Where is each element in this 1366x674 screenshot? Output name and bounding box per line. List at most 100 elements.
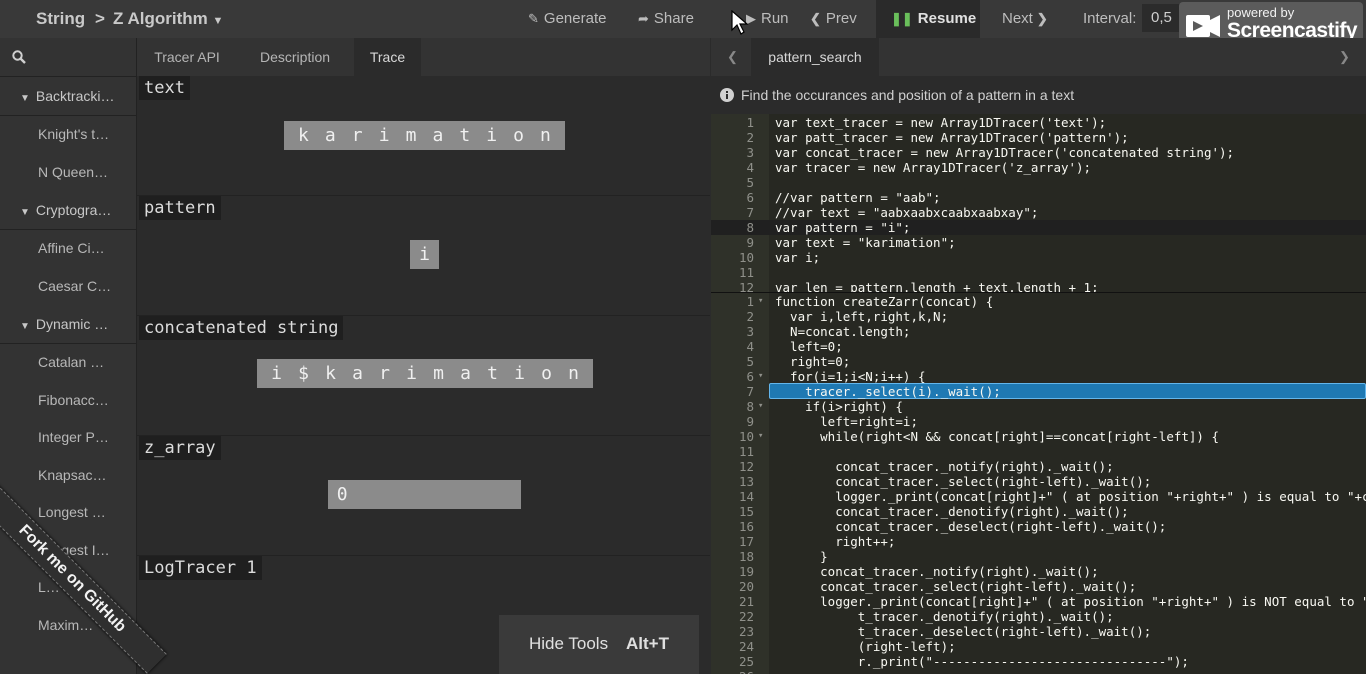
code-line[interactable]: 8 ▾ if(i>right) { — [711, 399, 1366, 414]
sidebar-item[interactable]: Catalan … — [0, 344, 136, 382]
chevron-left-icon: ❮ — [810, 11, 821, 26]
line-number: 24 — [738, 639, 754, 654]
code-line[interactable]: 9 left=right=i; — [711, 414, 1366, 429]
sidebar-category-label: Dynamic … — [35, 316, 109, 332]
code-line[interactable]: 16 concat_tracer._deselect(right-left)._… — [711, 519, 1366, 534]
sidebar-category[interactable]: ▼ Cryptogra… — [0, 191, 136, 230]
array-cell: k — [298, 125, 309, 146]
sidebar-item[interactable]: Caesar C… — [0, 268, 136, 306]
code-line[interactable]: 23 t_tracer._deselect(right-left)._wait(… — [711, 624, 1366, 639]
tab-pattern-search[interactable]: pattern_search — [751, 38, 879, 76]
share-button[interactable]: ➦ Share — [638, 0, 694, 38]
breadcrumb-category[interactable]: String — [36, 0, 85, 38]
tab-tracer-api[interactable]: Tracer API — [143, 38, 231, 76]
fold-arrow-icon[interactable]: ▾ — [758, 294, 763, 309]
code-line[interactable]: 6 ▾ for(i=1;i<N;i++) { — [711, 369, 1366, 384]
code-line[interactable]: 2 var i,left,right,k,N; — [711, 309, 1366, 324]
sidebar-search[interactable] — [0, 38, 136, 77]
code-text: //var text = "aabxaabxcaabxaabxay"; — [775, 205, 1039, 220]
generate-button[interactable]: ✎ Generate — [528, 0, 606, 38]
line-number: 11 — [738, 444, 754, 459]
code-text: left=0; — [775, 339, 843, 354]
code-line[interactable]: 1 var text_tracer = new Array1DTracer('te… — [711, 115, 1366, 130]
code-line[interactable]: 17 right++; — [711, 534, 1366, 549]
code-line[interactable]: 11 — [711, 265, 1366, 280]
fold-arrow-icon[interactable]: ▾ — [758, 369, 763, 384]
sidebar-category[interactable]: ▼ Dynamic … — [0, 305, 136, 344]
tracer-text: text karimation — [137, 76, 710, 196]
sidebar-item[interactable]: Integer P… — [0, 419, 136, 457]
code-line[interactable]: 22 t_tracer._denotify(right)._wait(); — [711, 609, 1366, 624]
tab-scroll-right-icon[interactable]: ❯ — [1339, 38, 1350, 76]
code-text: concat_tracer._select(right-left)._wait(… — [775, 579, 1137, 594]
code-line[interactable]: 3 N=concat.length; — [711, 324, 1366, 339]
sidebar-item[interactable]: Knight's t… — [0, 116, 136, 154]
code-line[interactable]: 5 right=0; — [711, 354, 1366, 369]
code-line[interactable]: 21 logger._print(concat[right]+" ( at po… — [711, 594, 1366, 609]
line-number: 12 — [738, 280, 754, 292]
code-line[interactable]: 12 concat_tracer._notify(right)._wait(); — [711, 459, 1366, 474]
code-line[interactable]: 12 var len = pattern.length + text.length… — [711, 280, 1366, 292]
array-cell — [482, 480, 498, 509]
code-line[interactable]: 14 logger._print(concat[right]+" ( at po… — [711, 489, 1366, 504]
array-cell: n — [568, 363, 579, 384]
code-line[interactable]: 4 var tracer = new Array1DTracer('z_array… — [711, 160, 1366, 175]
code-line[interactable]: 18 } — [711, 549, 1366, 564]
code-line[interactable]: 26 — [711, 669, 1366, 674]
fold-arrow-icon[interactable]: ▾ — [758, 429, 763, 444]
data-editor[interactable]: 1 var text_tracer = new Array1DTracer('te… — [711, 114, 1366, 292]
code-line[interactable]: 19 concat_tracer._notify(right)._wait(); — [711, 564, 1366, 579]
run-button[interactable]: ▶ Run — [746, 0, 789, 38]
share-label: Share — [653, 10, 694, 27]
code-line[interactable]: 24 (right-left); — [711, 639, 1366, 654]
sidebar-item[interactable]: Fibonacc… — [0, 382, 136, 420]
tab-description[interactable]: Description — [245, 38, 345, 76]
code-line[interactable]: 9 var text = "karimation"; — [711, 235, 1366, 250]
code-line[interactable]: 6 //var pattern = "aab"; — [711, 190, 1366, 205]
code-line[interactable]: 2 var patt_tracer = new Array1DTracer('pa… — [711, 130, 1366, 145]
interval-input[interactable]: 0,5 — [1142, 4, 1182, 32]
code-text: N=concat.length; — [775, 324, 911, 339]
line-number: 4 — [746, 160, 754, 175]
code-line[interactable]: 3 var concat_tracer = new Array1DTracer('… — [711, 145, 1366, 160]
fold-arrow-icon[interactable]: ▾ — [758, 399, 763, 414]
breadcrumb-algorithm[interactable]: Z Algorithm ▼ — [113, 0, 223, 38]
code-line[interactable]: 20 concat_tracer._select(right-left)._wa… — [711, 579, 1366, 594]
code-line[interactable]: 10 var i; — [711, 250, 1366, 265]
code-line[interactable]: 7 tracer._select(i)._wait(); — [711, 384, 1366, 399]
code-line[interactable]: 7 //var text = "aabxaabxcaabxaabxay"; — [711, 205, 1366, 220]
code-line[interactable]: 1 ▾ function createZarr(concat) { — [711, 294, 1366, 309]
line-number: 3 — [746, 324, 754, 339]
sidebar-item[interactable]: Affine Ci… — [0, 230, 136, 268]
file-tabs: ❮ pattern_search ❯ — [711, 38, 1366, 76]
code-line[interactable]: 5 — [711, 175, 1366, 190]
line-number: 6 — [746, 190, 754, 205]
code-line[interactable]: 8 var pattern = "i"; — [711, 220, 1366, 235]
array-cell — [367, 480, 383, 509]
code-line[interactable]: 15 concat_tracer._denotify(right)._wait(… — [711, 504, 1366, 519]
line-number: 15 — [738, 504, 754, 519]
code-text: tracer._select(i)._wait(); — [775, 384, 1001, 399]
code-text: concat_tracer._select(right-left)._wait(… — [775, 474, 1152, 489]
code-editor[interactable]: 1 ▾ function createZarr(concat) {2 var i,l… — [711, 293, 1366, 674]
tab-scroll-left-icon[interactable]: ❮ — [727, 38, 738, 76]
code-line[interactable]: 4 left=0; — [711, 339, 1366, 354]
sidebar-category[interactable]: ▼ Backtracki… — [0, 77, 136, 116]
next-button[interactable]: Next ❯ — [1002, 0, 1053, 38]
caret-down-icon: ▼ — [20, 321, 30, 332]
search-icon — [12, 50, 26, 64]
line-number: 7 — [746, 205, 754, 220]
resume-button[interactable]: ❚❚ Resume — [876, 0, 980, 38]
code-line[interactable]: 10 ▾ while(right<N && concat[right]==conc… — [711, 429, 1366, 444]
code-line[interactable]: 13 concat_tracer._select(right-left)._wa… — [711, 474, 1366, 489]
tab-trace[interactable]: Trace — [354, 38, 421, 76]
line-number: 23 — [738, 624, 754, 639]
code-line[interactable]: 11 — [711, 444, 1366, 459]
code-text: function createZarr(concat) { — [775, 294, 994, 309]
prev-button[interactable]: ❮ Prev — [810, 0, 857, 38]
prev-label: Prev — [825, 10, 857, 27]
code-line[interactable]: 25 r._print("---------------------------… — [711, 654, 1366, 669]
sidebar-item[interactable]: Knapsac… — [0, 457, 136, 495]
array-pattern: i — [410, 240, 439, 269]
sidebar-item[interactable]: N Queen… — [0, 154, 136, 192]
